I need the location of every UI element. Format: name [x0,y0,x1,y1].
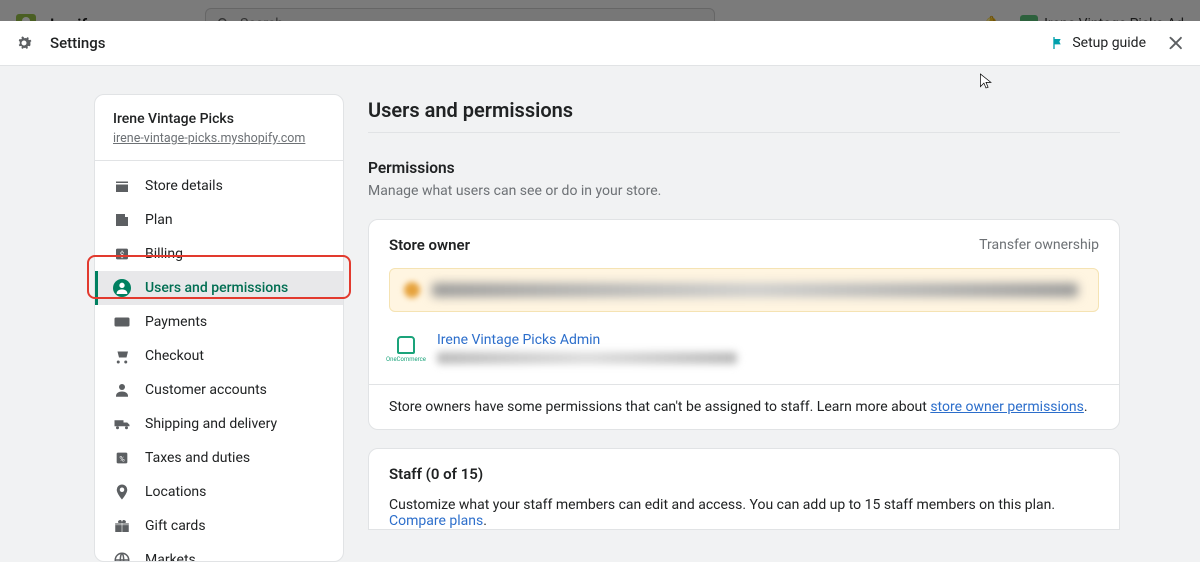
store-icon [113,177,131,195]
settings-header: Settings Setup guide [0,21,1200,66]
sidebar-item-locations[interactable]: Locations [95,475,343,509]
gear-icon [14,33,34,53]
truck-icon [113,415,131,433]
owner-name-link[interactable]: Irene Vintage Picks Admin [437,332,737,348]
owner-card-footer: Store owners have some permissions that … [369,384,1119,429]
sidebar-item-checkout[interactable]: Checkout [95,339,343,373]
store-owner-permissions-link[interactable]: store owner permissions [930,399,1084,415]
gift-icon [113,517,131,535]
sidebar-item-billing[interactable]: $ Billing [95,237,343,271]
sidebar-item-users-permissions[interactable]: Users and permissions [95,271,343,305]
sidebar-item-label: Markets [145,552,196,562]
person-icon [113,381,131,399]
warning-banner [389,268,1099,312]
sidebar-item-label: Payments [145,314,207,330]
svg-text:%: % [119,454,125,463]
taxes-icon: % [113,449,131,467]
svg-text:$: $ [120,250,125,259]
compare-plans-link[interactable]: Compare plans [389,513,483,529]
sidebar-item-shipping[interactable]: Shipping and delivery [95,407,343,441]
store-name: Irene Vintage Picks [113,111,325,127]
sidebar-item-label: Users and permissions [145,280,288,296]
footer-text: Store owners have some permissions that … [389,399,930,415]
background-overlay [0,0,1200,21]
warning-icon [404,282,420,298]
sidebar-item-markets[interactable]: Markets [95,543,343,562]
redacted-owner-detail [437,352,737,364]
store-owner-heading: Store owner [389,236,470,254]
permissions-heading: Permissions [368,159,1120,177]
owner-avatar-icon: OneCommerce [389,332,423,366]
sidebar-item-payments[interactable]: Payments [95,305,343,339]
setup-guide-label: Setup guide [1072,35,1146,51]
sidebar-item-label: Customer accounts [145,382,267,398]
page-title: Users and permissions [368,98,1120,122]
staff-desc-post: . [483,513,487,529]
staff-card: Staff (0 of 15) Customize what your staf… [368,448,1120,530]
sidebar-item-taxes[interactable]: % Taxes and duties [95,441,343,475]
payments-icon [113,313,131,331]
footer-text-post: . [1084,399,1088,415]
store-owner-card: Store owner Transfer ownership OneCommer… [368,219,1120,430]
settings-content: Irene Vintage Picks irene-vintage-picks.… [0,66,1200,562]
settings-sidebar: Irene Vintage Picks irene-vintage-picks.… [94,94,344,562]
owner-avatar-caption: OneCommerce [386,356,426,363]
cart-icon [113,347,131,365]
sidebar-item-gift-cards[interactable]: Gift cards [95,509,343,543]
sidebar-item-label: Billing [145,246,183,262]
sidebar-store-header: Irene Vintage Picks irene-vintage-picks.… [95,95,343,161]
location-icon [113,483,131,501]
main-content: Users and permissions Permissions Manage… [368,94,1120,562]
permissions-description: Manage what users can see or do in your … [368,183,1120,199]
flag-icon [1050,35,1066,51]
sidebar-item-label: Taxes and duties [145,450,250,466]
sidebar-item-plan[interactable]: Plan [95,203,343,237]
staff-heading: Staff (0 of 15) [389,465,1099,483]
store-url[interactable]: irene-vintage-picks.myshopify.com [113,131,325,146]
sidebar-item-label: Locations [145,484,206,500]
staff-desc-text: Customize what your staff members can ed… [389,497,1055,513]
sidebar-item-label: Plan [145,212,173,228]
settings-nav: Store details Plan $ Billing Users and p… [95,161,343,562]
setup-guide-link[interactable]: Setup guide [1050,35,1146,51]
sidebar-item-label: Checkout [145,348,204,364]
sidebar-item-label: Shipping and delivery [145,416,277,432]
globe-icon [113,551,131,562]
user-icon [113,279,131,297]
redacted-text [432,283,1078,297]
sidebar-item-label: Gift cards [145,518,206,534]
transfer-ownership-link[interactable]: Transfer ownership [979,237,1099,253]
plan-icon [113,211,131,229]
divider [368,132,1120,133]
sidebar-item-store-details[interactable]: Store details [95,169,343,203]
close-icon[interactable] [1166,33,1186,53]
settings-title: Settings [50,34,106,52]
sidebar-item-label: Store details [145,178,223,194]
billing-icon: $ [113,245,131,263]
sidebar-item-customer-accounts[interactable]: Customer accounts [95,373,343,407]
